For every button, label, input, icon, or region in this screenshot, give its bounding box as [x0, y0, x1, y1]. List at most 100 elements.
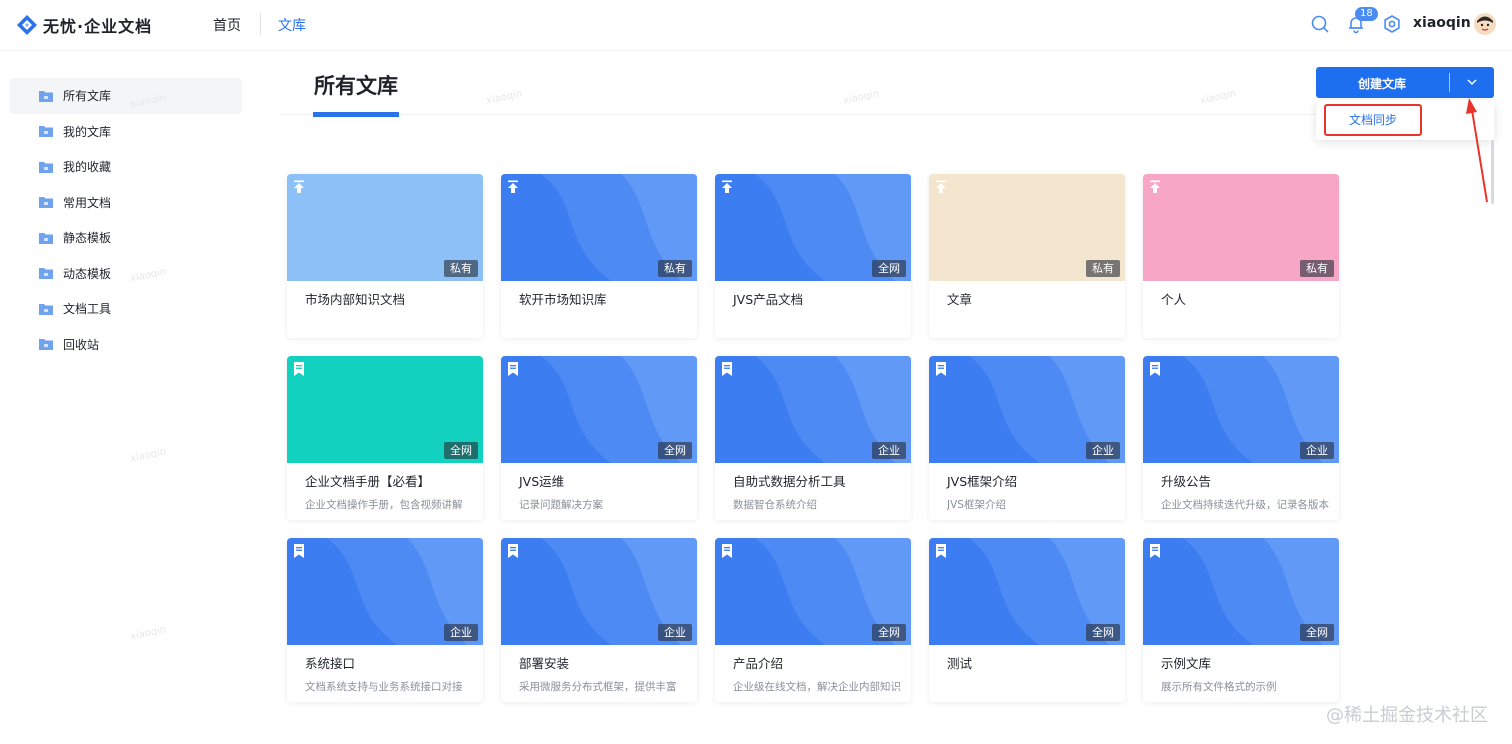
visibility-tag: 企业 [1086, 442, 1120, 459]
library-card[interactable]: 私有文章 [929, 174, 1125, 338]
sidebar-item-label: 我的收藏 [63, 160, 112, 175]
library-card[interactable]: 全网 示例文库 展示所有文件格式的示例 [1143, 538, 1339, 702]
library-card[interactable]: 全网企业文档手册【必看】企业文档操作手册，包含视频讲解 [287, 356, 483, 520]
logo-icon [17, 15, 37, 35]
card-description: 采用微服务分布式框架，提供丰富 [519, 681, 677, 693]
library-card[interactable]: 企业 JVS框架介绍 JVS框架介绍 [929, 356, 1125, 520]
sidebar-item-doc-tools[interactable]: 文档工具 [10, 291, 242, 327]
card-cover: 私有 [1143, 174, 1339, 281]
card-title: 升级公告 [1161, 474, 1212, 489]
nav-divider [260, 13, 261, 35]
doc-sync-menu-item[interactable]: 文档同步 [1324, 104, 1422, 136]
bookmark-icon [1150, 544, 1160, 558]
sidebar-item-label: 常用文档 [63, 195, 112, 210]
sidebar-item-common-docs[interactable]: 常用文档 [10, 185, 242, 221]
card-title: 部署安装 [519, 656, 570, 671]
library-card[interactable]: 企业系统接口文档系统支持与业务系统接口对接 [287, 538, 483, 702]
logo[interactable]: 无忧·企业文档 [16, 11, 152, 39]
card-cover: 企业 [287, 538, 483, 645]
visibility-tag: 私有 [658, 260, 692, 277]
card-cover: 企业 [715, 356, 911, 463]
username[interactable]: xiaoqin [1413, 15, 1471, 31]
library-card[interactable]: 企业部署安装采用微服务分布式框架，提供丰富 [501, 538, 697, 702]
library-card[interactable]: 全网 测试 [929, 538, 1125, 702]
sidebar-item-dynamic-templates[interactable]: 动态模板 [10, 256, 242, 292]
card-title: 系统接口 [305, 656, 356, 671]
nav-library[interactable]: 文库 [278, 15, 306, 35]
bookmark-icon [294, 544, 304, 558]
pin-icon [294, 180, 304, 193]
card-description: 企业文档持续迭代升级，记录各版本 [1161, 499, 1329, 511]
folder-icon [39, 197, 53, 209]
active-tab-indicator [313, 112, 399, 117]
folder-icon [39, 161, 53, 173]
create-library-label: 创建文库 [1357, 77, 1406, 91]
folder-icon [39, 90, 53, 102]
card-cover: 私有 [501, 174, 697, 281]
watermark: xiaoqin [842, 88, 881, 107]
library-card[interactable]: 私有 软开市场知识库 [501, 174, 697, 338]
avatar[interactable] [1474, 13, 1496, 35]
card-cover: 全网 [501, 356, 697, 463]
card-description: 企业文档操作手册，包含视频讲解 [305, 499, 463, 511]
pin-icon [722, 180, 732, 193]
bookmark-icon [936, 544, 946, 558]
library-card[interactable]: 全网 产品介绍 企业级在线文档，解决企业内部知识 [715, 538, 911, 702]
card-cover: 企业 [501, 538, 697, 645]
logo-text: 无忧·企业文档 [43, 17, 153, 36]
library-card[interactable]: 私有 个人 [1143, 174, 1339, 338]
library-card[interactable]: 企业 自助式数据分析工具 数据智仓系统介绍 [715, 356, 911, 520]
sidebar-item-recycle-bin[interactable]: 回收站 [10, 327, 242, 363]
nav-home[interactable]: 首页 [213, 15, 241, 35]
visibility-tag: 全网 [658, 442, 692, 459]
sidebar-item-my-libraries[interactable]: 我的文库 [10, 114, 242, 150]
card-title: JVS框架介绍 [947, 474, 1018, 489]
sidebar-item-static-templates[interactable]: 静态模板 [10, 220, 242, 256]
watermark: xiaoqin [129, 624, 168, 643]
card-description: 企业级在线文档，解决企业内部知识 [733, 681, 901, 693]
card-cover: 私有 [287, 174, 483, 281]
library-card[interactable]: 私有市场内部知识文档 [287, 174, 483, 338]
title-divider [282, 114, 1494, 115]
card-title: 市场内部知识文档 [305, 292, 406, 307]
visibility-tag: 企业 [872, 442, 906, 459]
sidebar-item-all-libraries[interactable]: 所有文库 [10, 78, 242, 114]
bookmark-icon [722, 362, 732, 376]
visibility-tag: 私有 [1086, 260, 1120, 277]
card-title: 企业文档手册【必看】 [305, 474, 431, 489]
card-cover: 全网 [287, 356, 483, 463]
watermark: xiaoqin [1199, 88, 1238, 107]
card-title: 示例文库 [1161, 656, 1212, 671]
sidebar-item-favorites[interactable]: 我的收藏 [10, 149, 242, 185]
library-card[interactable]: 企业升级公告企业文档持续迭代升级，记录各版本 [1143, 356, 1339, 520]
card-title: JVS产品文档 [733, 292, 804, 307]
library-card[interactable]: 全网 JVS产品文档 [715, 174, 911, 338]
visibility-tag: 全网 [1300, 624, 1334, 641]
card-description: 文档系统支持与业务系统接口对接 [305, 681, 463, 693]
search-icon[interactable] [1310, 14, 1330, 34]
sidebar: 所有文库 我的文库 我的收藏 常用文档 静态模板 动态模板 文档工具 回收站 [10, 78, 242, 362]
card-description: 记录问题解决方案 [519, 499, 603, 511]
card-title: 文章 [947, 292, 973, 307]
bookmark-icon [1150, 362, 1160, 376]
card-cover: 全网 [1143, 538, 1339, 645]
visibility-tag: 全网 [872, 624, 906, 641]
chevron-down-icon[interactable] [1466, 76, 1478, 88]
footer-watermark: @稀土掘金技术社区 [1326, 705, 1488, 726]
card-cover: 私有 [929, 174, 1125, 281]
card-description: 数据智仓系统介绍 [733, 499, 817, 511]
pin-icon [1150, 180, 1160, 193]
library-card[interactable]: 全网 JVS运维 记录问题解决方案 [501, 356, 697, 520]
card-cover: 企业 [1143, 356, 1339, 463]
create-library-button[interactable]: 创建文库 [1316, 67, 1494, 98]
avatar-face-icon [1474, 13, 1496, 35]
sidebar-item-label: 我的文库 [63, 124, 112, 139]
gear-icon[interactable] [1382, 14, 1402, 34]
watermark: xiaoqin [129, 446, 168, 465]
bookmark-icon [508, 362, 518, 376]
visibility-tag: 全网 [1086, 624, 1120, 641]
bookmark-icon [294, 362, 304, 376]
card-description: JVS框架介绍 [947, 499, 1006, 511]
button-separator [1449, 73, 1450, 92]
visibility-tag: 全网 [872, 260, 906, 277]
